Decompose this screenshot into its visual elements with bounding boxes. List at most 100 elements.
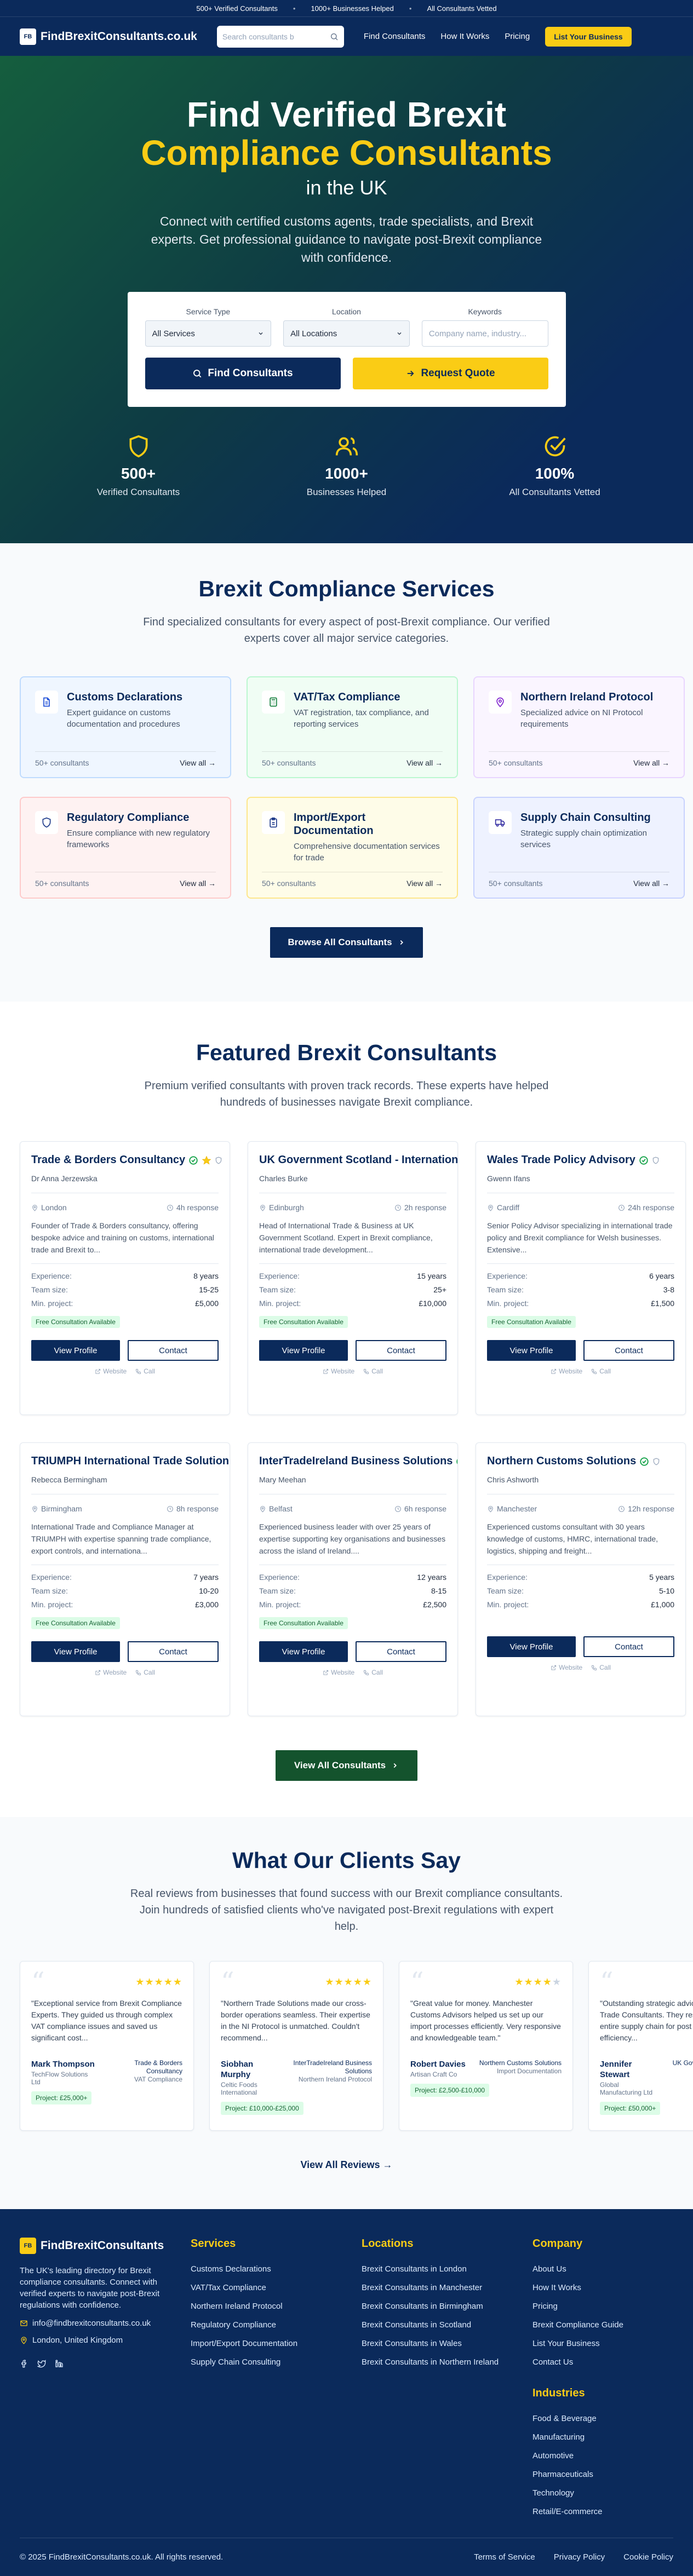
browse-all-button[interactable]: Browse All Consultants [270, 927, 423, 958]
footer-company-link[interactable]: Brexit Compliance Guide [532, 2316, 664, 2334]
site-logo[interactable]: FB FindBrexitConsultants.co.uk [20, 28, 197, 45]
footer-industry-link[interactable]: Technology [532, 2484, 664, 2503]
reviewed-firm[interactable]: InterTradeIreland Business Solutions [283, 2059, 372, 2075]
view-profile-button[interactable]: View Profile [31, 1340, 120, 1361]
consultant-name[interactable]: Trade & Borders Consultancy [31, 1154, 185, 1166]
contact-button[interactable]: Contact [128, 1340, 219, 1361]
service-view-all-link[interactable]: View all → [633, 758, 669, 767]
consultant-name[interactable]: Wales Trade Policy Advisory [487, 1154, 635, 1166]
service-card[interactable]: Regulatory Compliance Ensure compliance … [20, 797, 231, 899]
footer-company-link[interactable]: Contact Us [532, 2353, 664, 2372]
footer-industry-link[interactable]: Pharmaceuticals [532, 2465, 664, 2484]
map-pin-icon [32, 1204, 37, 1211]
call-link[interactable]: Call [135, 1669, 155, 1676]
reviewed-firm[interactable]: Northern Customs Solutions [479, 2059, 562, 2067]
call-link[interactable]: Call [363, 1669, 383, 1676]
footer-location-link[interactable]: Brexit Consultants in Scotland [362, 2316, 532, 2334]
footer-service-link[interactable]: Customs Declarations [191, 2260, 362, 2279]
view-all-consultants-button[interactable]: View All Consultants [275, 1750, 418, 1781]
website-link[interactable]: Website [551, 1664, 582, 1671]
footer-service-link[interactable]: Northern Ireland Protocol [191, 2297, 362, 2316]
contact-button[interactable]: Contact [583, 1340, 674, 1361]
view-all-reviews-link[interactable]: View All Reviews → [300, 2159, 392, 2171]
nav-link-how-it-works[interactable]: How It Works [440, 32, 489, 41]
reviews-description: Real reviews from businesses that found … [130, 1888, 563, 1933]
consultant-name[interactable]: TRIUMPH International Trade Solutions [31, 1455, 230, 1468]
footer-location-link[interactable]: Brexit Consultants in Wales [362, 2334, 532, 2353]
service-card[interactable]: Northern Ireland Protocol Specialized ad… [473, 676, 685, 778]
keywords-input[interactable]: Company name, industry... [421, 320, 548, 347]
footer-industry-link[interactable]: Food & Beverage [532, 2410, 664, 2428]
review-text: "Northern Trade Solutions made our cross… [221, 1999, 370, 2042]
footer-service-link[interactable]: Regulatory Compliance [191, 2316, 362, 2334]
privacy-link[interactable]: Privacy Policy [554, 2552, 605, 2562]
call-link[interactable]: Call [591, 1664, 611, 1671]
linkedin-icon[interactable] [55, 2359, 64, 2368]
service-view-all-link[interactable]: View all → [633, 879, 669, 888]
service-card[interactable]: Supply Chain Consulting Strategic supply… [473, 797, 685, 899]
footer-industry-link[interactable]: Automotive [532, 2447, 664, 2465]
contact-button[interactable]: Contact [583, 1636, 674, 1657]
contact-button[interactable]: Contact [356, 1641, 446, 1662]
cookie-link[interactable]: Cookie Policy [623, 2552, 673, 2562]
footer-company-link[interactable]: Pricing [532, 2297, 664, 2316]
website-link[interactable]: Website [323, 1669, 354, 1676]
twitter-icon[interactable] [37, 2359, 46, 2368]
consultant-name[interactable]: InterTradeIreland Business Solutions [259, 1455, 453, 1468]
website-link[interactable]: Website [323, 1367, 354, 1375]
call-link[interactable]: Call [135, 1367, 155, 1375]
service-card[interactable]: VAT/Tax Compliance VAT registration, tax… [247, 676, 458, 778]
website-link[interactable]: Website [551, 1367, 582, 1375]
find-consultants-button[interactable]: Find Consultants [145, 358, 341, 389]
footer-company-link[interactable]: List Your Business [532, 2334, 664, 2353]
footer-location-link[interactable]: Brexit Consultants in London [362, 2260, 532, 2279]
service-view-all-link[interactable]: View all → [180, 879, 216, 888]
service-view-all-link[interactable]: View all → [406, 758, 443, 767]
consultant-name[interactable]: UK Government Scotland - International T… [259, 1154, 457, 1166]
consultant-response-time: 4h response [176, 1203, 219, 1212]
min-project-value: £2,500 [423, 1600, 446, 1609]
reviews-carousel[interactable]: “ ★★★★★ "Exceptional service from Brexit… [20, 1961, 693, 2131]
website-link[interactable]: Website [95, 1367, 127, 1375]
view-profile-button[interactable]: View Profile [487, 1636, 576, 1657]
view-profile-button[interactable]: View Profile [259, 1641, 348, 1662]
nav-link-find-consultants[interactable]: Find Consultants [364, 32, 426, 41]
search-icon[interactable] [330, 32, 339, 41]
call-link[interactable]: Call [591, 1367, 611, 1375]
footer-industry-link[interactable]: Manufacturing [532, 2428, 664, 2447]
service-card[interactable]: Customs Declarations Expert guidance on … [20, 676, 231, 778]
footer-location-link[interactable]: Brexit Consultants in Manchester [362, 2279, 532, 2297]
footer-logo[interactable]: FB FindBrexitConsultants [20, 2238, 191, 2254]
footer-service-link[interactable]: Import/Export Documentation [191, 2334, 362, 2353]
view-profile-button[interactable]: View Profile [31, 1641, 120, 1662]
contact-button[interactable]: Contact [356, 1340, 446, 1361]
facebook-icon[interactable] [20, 2359, 28, 2368]
footer-email[interactable]: info@findbrexitconsultants.co.uk [20, 2319, 191, 2328]
service-view-all-link[interactable]: View all → [180, 758, 216, 767]
view-profile-button[interactable]: View Profile [259, 1340, 348, 1361]
list-business-button[interactable]: List Your Business [545, 26, 632, 47]
request-quote-button[interactable]: Request Quote [352, 358, 548, 389]
footer-service-link[interactable]: VAT/Tax Compliance [191, 2279, 362, 2297]
search-input[interactable]: Search consultants b [216, 25, 344, 48]
website-link[interactable]: Website [95, 1669, 127, 1676]
reviewed-firm[interactable]: Trade & Borders Consultancy [98, 2059, 182, 2075]
service-card[interactable]: Import/Export Documentation Comprehensiv… [247, 797, 458, 899]
consultant-location: Birmingham [41, 1504, 82, 1513]
contact-button[interactable]: Contact [128, 1641, 219, 1662]
terms-link[interactable]: Terms of Service [474, 2552, 535, 2562]
nav-link-pricing[interactable]: Pricing [505, 32, 530, 41]
footer-industry-link[interactable]: Retail/E-commerce [532, 2503, 664, 2521]
footer-location-link[interactable]: Brexit Consultants in Birmingham [362, 2297, 532, 2316]
footer-company-link[interactable]: About Us [532, 2260, 664, 2279]
service-view-all-link[interactable]: View all → [406, 879, 443, 888]
footer-location-link[interactable]: Brexit Consultants in Northern Ireland [362, 2353, 532, 2372]
footer-company-link[interactable]: How It Works [532, 2279, 664, 2297]
view-profile-button[interactable]: View Profile [487, 1340, 576, 1361]
footer-service-link[interactable]: Supply Chain Consulting [191, 2353, 362, 2372]
consultant-name[interactable]: Northern Customs Solutions [487, 1455, 636, 1468]
reviewed-firm[interactable]: UK Government Scotland - International T… [653, 2059, 693, 2075]
service-type-select[interactable]: All Services [145, 320, 272, 347]
location-select[interactable]: All Locations [283, 320, 410, 347]
call-link[interactable]: Call [363, 1367, 383, 1375]
